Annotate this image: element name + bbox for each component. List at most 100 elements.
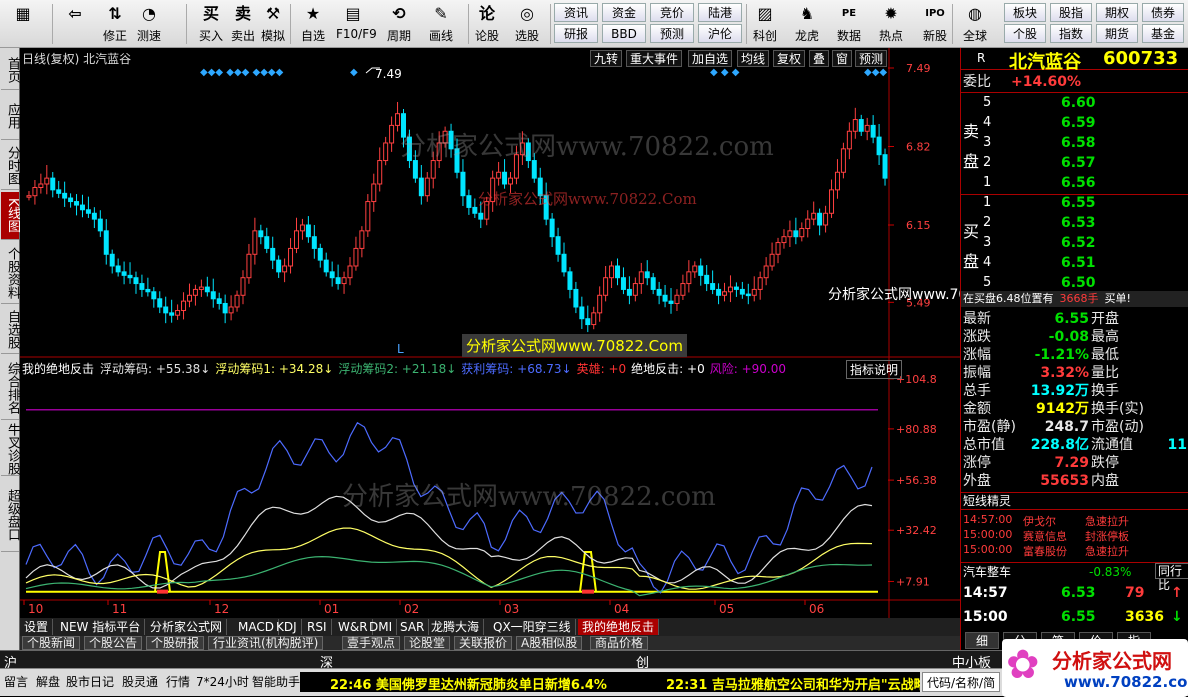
indicator-tab[interactable]: NEW 指标平台: [56, 619, 146, 635]
market-button[interactable]: 指数: [1050, 24, 1092, 43]
toolbar-button[interactable]: 买买入: [194, 2, 228, 46]
quote-row: 涨停 7.29 跌停: [961, 454, 1188, 472]
quick-button[interactable]: 沪伦: [698, 24, 742, 43]
wizard-row[interactable]: 15:00:00 富春股份 急速拉升: [961, 543, 1188, 558]
toolbar-button[interactable]: 卖卖出: [226, 2, 260, 46]
market-button[interactable]: 债券: [1142, 3, 1184, 22]
quick-button[interactable]: BBD: [602, 24, 646, 43]
market-button[interactable]: 基金: [1142, 24, 1184, 43]
quick-button[interactable]: 陆港: [698, 3, 742, 22]
status-link[interactable]: 股灵通: [122, 672, 158, 692]
indicator-help-button[interactable]: 指标说明: [846, 360, 903, 379]
chart-tab[interactable]: 均线: [737, 50, 770, 67]
nav-tab[interactable]: 分时图: [1, 142, 20, 190]
search-box[interactable]: 代码/名称/简: [922, 672, 1001, 692]
status-link[interactable]: 解盘: [36, 672, 60, 692]
toolbar-button[interactable]: ♞ 龙虎: [790, 2, 824, 46]
chart-tab[interactable]: 窗: [832, 50, 853, 67]
indicator-tab[interactable]: RSI: [303, 619, 332, 635]
market-button[interactable]: 股指: [1050, 3, 1092, 22]
toolbar-button[interactable]: ◎ 选股: [510, 2, 544, 46]
status-link[interactable]: 行情: [166, 672, 190, 692]
chart-tab[interactable]: 叠: [809, 50, 830, 67]
nav-tab[interactable]: 首页: [1, 50, 20, 90]
news-tab[interactable]: 关联报价: [454, 636, 513, 650]
news-tab[interactable]: 行业资讯(机构脱评): [208, 636, 324, 650]
news-item[interactable]: 22:46 美国佛罗里达州新冠肺炎单日新增6.4%: [330, 674, 607, 692]
nav-tab[interactable]: 综合排名: [1, 356, 20, 420]
indicator-tab[interactable]: QX一阳穿三线: [489, 619, 576, 635]
toolbar-button[interactable]: ⟲ 周期: [382, 2, 416, 46]
market-button[interactable]: 期货: [1096, 24, 1138, 43]
candle-body: [799, 228, 805, 238]
chart-tab[interactable]: 加自选: [688, 50, 733, 67]
nav-tab[interactable]: 应用: [1, 92, 20, 140]
nav-tab[interactable]: 自选股: [1, 306, 20, 354]
ask-level: 4: [983, 115, 992, 130]
indicator-tab[interactable]: 分析家公式网: [146, 619, 228, 635]
news-tab[interactable]: 壹手观点: [342, 636, 401, 650]
toolbar-button[interactable]: ⚒ 模拟: [256, 2, 290, 46]
status-link[interactable]: 股市日记: [66, 672, 114, 692]
chart-tab[interactable]: 复权: [773, 50, 806, 67]
candle-body: [775, 242, 781, 255]
candle-body: [133, 277, 139, 285]
wizard-row[interactable]: 14:57:00 伊戈尔 急速拉升: [961, 513, 1188, 528]
news-tab[interactable]: 个股研报: [146, 636, 205, 650]
indicator-tab[interactable]: SAR: [396, 619, 430, 635]
wizard-row[interactable]: 15:00:00 赛意信息 封涨停板: [961, 528, 1188, 543]
toolbar-button[interactable]: ⇦: [58, 2, 92, 46]
toolbar-button[interactable]: ▤ F10/F9: [336, 2, 377, 46]
news-ticker[interactable]: 22:46 美国佛罗里达州新冠肺炎单日新增6.4% 22:31 吉马拉雅航空公司和…: [300, 672, 920, 692]
peer-compare-button[interactable]: 同行比: [1155, 563, 1188, 592]
chart-tab[interactable]: 九转: [590, 50, 623, 67]
indicator-tab[interactable]: 龙腾大海: [427, 619, 485, 635]
toolbar-button[interactable]: ✹ 热点: [874, 2, 908, 46]
toolbar-button[interactable]: ▦: [6, 2, 40, 46]
detail-tab[interactable]: 细: [965, 632, 999, 649]
candle-body: [686, 271, 692, 285]
news-tabs: 个股新闻 个股公告 个股研报 行业资讯(机构脱评) 壹手观点 论股堂 关联报价 A股相似股 商品…: [20, 636, 960, 650]
nav-tab[interactable]: 超级盘口: [1, 478, 20, 552]
toolbar-button[interactable]: ▨ 科创: [748, 2, 782, 46]
quick-button[interactable]: 资金: [602, 3, 646, 22]
indicator-tab[interactable]: 我的绝地反击: [578, 619, 660, 635]
toolbar-button[interactable]: PE 数据: [832, 2, 866, 46]
quick-button[interactable]: 竞价: [650, 3, 694, 22]
status-link[interactable]: 智能助手: [252, 672, 300, 692]
status-link[interactable]: 留言: [4, 672, 28, 692]
market-button[interactable]: 个股: [1004, 24, 1046, 43]
news-item[interactable]: 22:31 吉马拉雅航空公司和华为开启"云战略: [666, 674, 920, 692]
sector-row[interactable]: 汽车整车 -0.83% 同行比: [961, 562, 1188, 592]
chart-area[interactable]: 7.49 6.82 6.15 5.49 ◆◆◆ ◆◆◆ ◆◆◆◆ ◆ ◆ ◆ ◆ ◆◆◆ +10…: [20, 48, 1030, 618]
quick-button[interactable]: 资讯: [554, 3, 598, 22]
toolbar-button[interactable]: IPO 新股: [918, 2, 952, 46]
toolbar-button[interactable]: ★ 自选: [296, 2, 330, 46]
news-tab[interactable]: 商品价格: [590, 636, 649, 650]
toolbar-button[interactable]: ⇅ 修正: [98, 2, 132, 46]
status-link[interactable]: 7*24小时: [196, 672, 249, 692]
toolbar-button[interactable]: ◔ 测速: [132, 2, 166, 46]
toolbar-button[interactable]: 论论股: [470, 2, 504, 46]
tick-price: 6.53: [1061, 585, 1096, 601]
market-button[interactable]: 板块: [1004, 3, 1046, 22]
news-tab[interactable]: 个股新闻: [22, 636, 81, 650]
news-tab[interactable]: 个股公告: [84, 636, 143, 650]
nav-tab[interactable]: 牛叉诊股: [1, 422, 20, 476]
chart-tab[interactable]: 预测: [855, 50, 888, 67]
indicator-tab[interactable]: KDJ: [272, 619, 302, 635]
nav-tab[interactable]: K线图: [1, 192, 20, 240]
market-button[interactable]: 期权: [1096, 3, 1138, 22]
nav-tab[interactable]: 个股资料: [1, 242, 20, 304]
news-tab[interactable]: A股相似股: [516, 636, 583, 650]
news-tab[interactable]: 论股堂: [404, 636, 451, 650]
toolbar-button[interactable]: ◍ 全球: [958, 2, 992, 46]
quick-button[interactable]: 预测: [650, 24, 694, 43]
toolbar-button[interactable]: ✎ 画线: [424, 2, 458, 46]
indicator-tab[interactable]: 设置: [20, 619, 54, 635]
chart-tab[interactable]: 重大事件: [626, 50, 683, 67]
indicator-tab[interactable]: DMI: [365, 619, 398, 635]
candle-body: [204, 286, 210, 293]
toolbar-button-label: 模拟: [260, 29, 285, 43]
quick-button[interactable]: 研报: [554, 24, 598, 43]
